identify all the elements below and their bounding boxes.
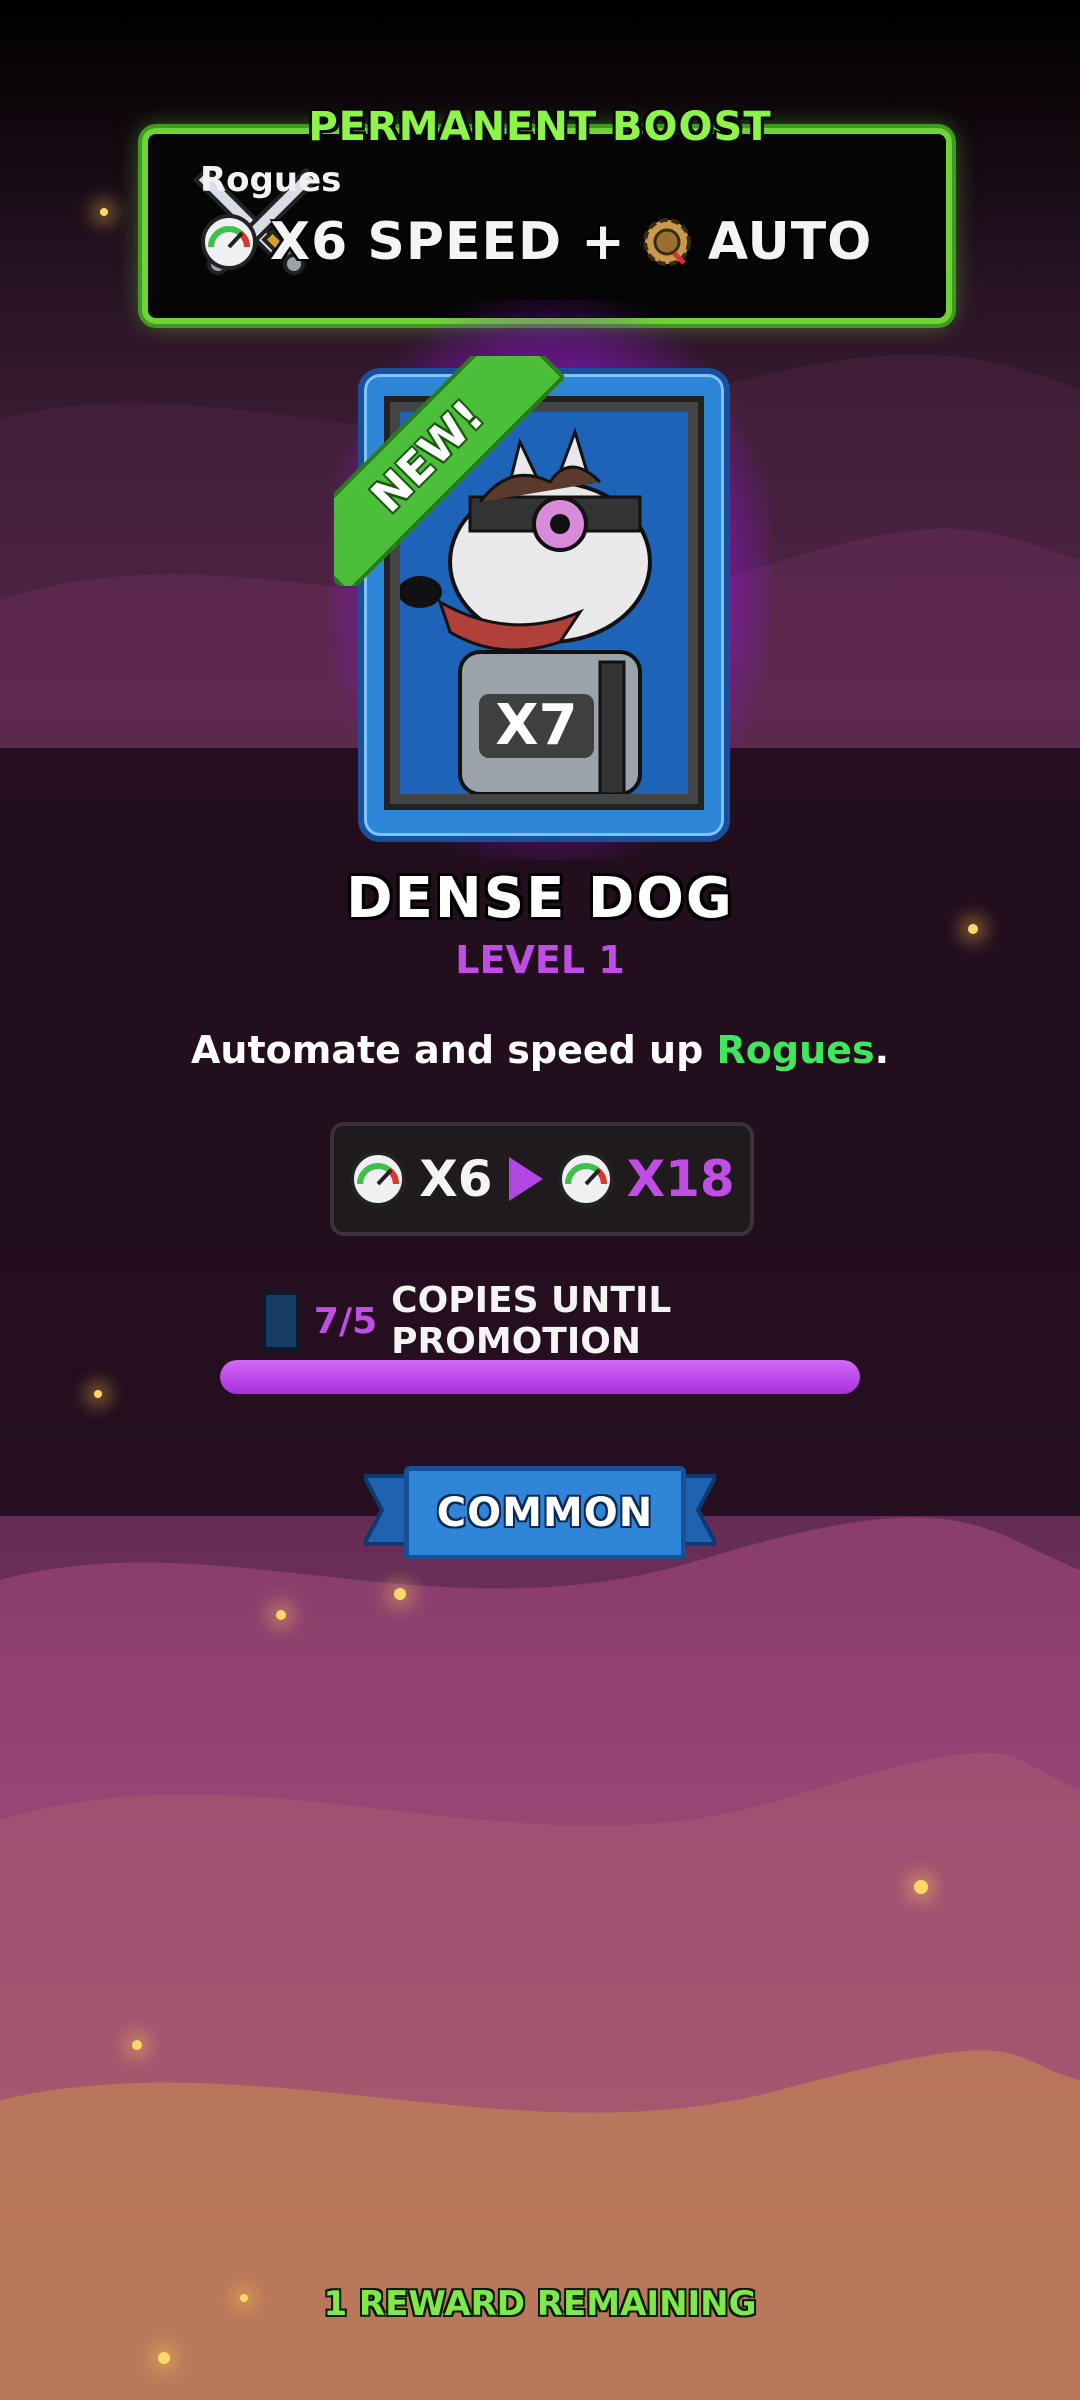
copies-row: 7/5 COPIES UNTIL PROMOTION [262, 1280, 842, 1362]
rarity-label: COMMON [436, 1490, 654, 1536]
description-highlight: Rogues [716, 1028, 875, 1072]
sparkle [100, 208, 108, 216]
background-waves-lower [0, 1517, 1080, 2400]
arrow-right-icon [508, 1157, 543, 1201]
rewards-remaining: 1 REWARD REMAINING [323, 2284, 757, 2324]
card-copy-icon [262, 1291, 300, 1351]
rarity-ribbon: COMMON [364, 1456, 716, 1568]
promotion-progress-fill [220, 1360, 860, 1394]
boost-effects: X6 SPEED + AUTO [200, 212, 872, 272]
description-suffix: . [874, 1028, 889, 1072]
card-description: Automate and speed up Rogues. [0, 1028, 1080, 1072]
sparkle [914, 1880, 928, 1894]
description-text: Automate and speed up [191, 1028, 717, 1072]
speed-to: X18 [626, 1150, 735, 1208]
sparkle [132, 2040, 142, 2050]
copies-label: COPIES UNTIL PROMOTION [391, 1280, 672, 1362]
boost-speed-text: X6 SPEED + [270, 212, 626, 272]
sparkle [94, 1390, 102, 1398]
promotion-progress-bar [220, 1360, 860, 1394]
speedometer-icon [201, 214, 257, 270]
boost-category: Rogues [200, 160, 342, 200]
copies-count: 7/5 [313, 1300, 378, 1342]
sparkle [276, 1610, 286, 1620]
card-name: DENSE DOG [346, 866, 734, 931]
new-banner: NEW! [334, 356, 564, 586]
speedometer-icon [350, 1151, 407, 1207]
boost-auto-text: AUTO [707, 212, 873, 272]
sparkle [158, 2352, 170, 2364]
card-level: LEVEL 1 [455, 938, 625, 982]
speed-upgrade-box: X6 X18 [330, 1122, 754, 1236]
speedometer-icon [557, 1151, 614, 1207]
boost-title: PERMANENT BOOST [308, 104, 772, 150]
sparkle [394, 1588, 406, 1600]
card-multiplier: X7 [479, 694, 594, 758]
auto-gear-icon [642, 218, 691, 266]
speed-from: X6 [419, 1150, 493, 1208]
rarity-label-box: COMMON [404, 1466, 686, 1560]
new-badge: NEW! [334, 356, 564, 586]
